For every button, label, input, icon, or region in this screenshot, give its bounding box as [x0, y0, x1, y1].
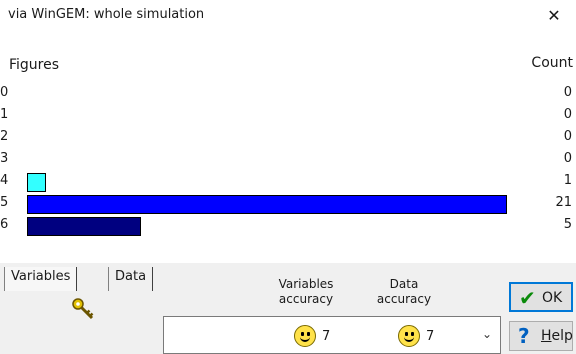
count-value: 21 — [555, 195, 572, 210]
tab-data[interactable]: Data — [108, 267, 154, 291]
chart-row: 20 — [0, 127, 576, 150]
help-button[interactable]: ? Help — [509, 321, 573, 351]
category-label: 6 — [0, 217, 9, 232]
count-bar — [27, 173, 46, 192]
ok-button[interactable]: ✔ OK — [509, 282, 573, 312]
tab-data-label: Data — [115, 269, 147, 284]
key-icon — [70, 296, 96, 328]
category-label: 0 — [0, 85, 9, 100]
ok-button-label: OK — [542, 290, 563, 306]
data-accuracy-header: Data accuracy — [364, 277, 444, 307]
category-label: 4 — [0, 173, 9, 188]
tab-variables-label: Variables — [11, 269, 71, 284]
variables-accuracy-line1: Variables — [278, 277, 334, 291]
tab-variables[interactable]: Variables — [4, 267, 78, 291]
close-icon[interactable]: ✕ — [532, 0, 576, 31]
data-accuracy-line1: Data — [389, 277, 419, 291]
count-bar — [27, 217, 141, 236]
chevron-down-icon: ⌄ — [481, 327, 492, 341]
count-value: 5 — [563, 217, 572, 232]
count-header: Count — [531, 55, 573, 71]
chart-row: 10 — [0, 105, 576, 128]
chart-row: 41 — [0, 171, 576, 194]
category-label: 1 — [0, 107, 9, 122]
chart-row: 65 — [0, 215, 576, 238]
count-value: 0 — [563, 151, 572, 166]
figures-chart: Figures Count 0 0 1 0 2 0 3 0 4 1 5 21 6 5 — [0, 31, 576, 263]
count-value: 0 — [563, 85, 572, 100]
variables-accuracy-header: Variables accuracy — [266, 277, 346, 307]
help-icon: ? — [518, 324, 530, 348]
variables-accuracy-value: 7 — [322, 329, 331, 344]
smiley-icon — [294, 325, 316, 347]
count-value: 1 — [563, 173, 572, 188]
category-label: 5 — [0, 195, 9, 210]
variables-accuracy-line2: accuracy — [278, 292, 334, 306]
chart-row: 30 — [0, 149, 576, 172]
category-label: 3 — [0, 151, 9, 166]
window-title: via WinGEM: whole simulation — [8, 7, 205, 22]
title-bar: via WinGEM: whole simulation ✕ — [0, 0, 576, 31]
chart-row: 5 21 — [0, 193, 576, 216]
category-label: 2 — [0, 129, 9, 144]
smiley-icon — [398, 325, 420, 347]
figures-header: Figures — [9, 57, 60, 73]
accuracy-selector[interactable]: 7 7 ⌄ — [163, 316, 501, 354]
count-value: 0 — [563, 107, 572, 122]
count-bar — [27, 195, 507, 214]
data-accuracy-value: 7 — [426, 329, 435, 344]
data-accuracy-line2: accuracy — [376, 292, 432, 306]
chart-row: 00 — [0, 83, 576, 106]
help-button-label: Help — [541, 328, 573, 344]
checkmark-icon: ✔ — [519, 286, 536, 310]
count-value: 0 — [563, 129, 572, 144]
